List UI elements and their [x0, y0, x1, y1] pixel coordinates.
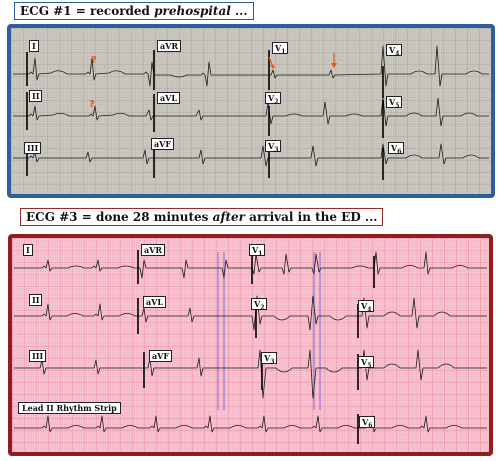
ecg3-caption-suffix: arrival in the ED ... — [245, 210, 378, 224]
ecg1-waveforms — [13, 45, 489, 180]
ecg1-lead-III: III — [24, 142, 42, 154]
ecg3-lead-aVL: aVL — [143, 296, 167, 308]
ecg1-question-mark-2: ? — [89, 99, 95, 110]
ecg3-lead-V1: V1 — [249, 244, 266, 257]
ecg1-lead-aVR: aVR — [157, 40, 182, 52]
ecg1-red-arrow-1-icon — [268, 56, 275, 69]
ecg1-trace-row1 — [13, 45, 489, 87]
ecg3-lead-V4: V4 — [358, 300, 375, 313]
ecg1-caption: ECG #1 = recorded prehospital ... — [14, 2, 254, 20]
ecg1-panel: I aVR V1 V4 II aVL V2 V5 III aVF V3 V6 ?… — [7, 24, 495, 198]
ecg1-lead-V2: V2 — [265, 92, 282, 105]
ecg3-caption-prefix: ECG #3 = done 28 minutes — [26, 210, 213, 224]
ecg1-lead-I: I — [29, 40, 39, 52]
ecg3-lead-aVR: aVR — [141, 244, 166, 256]
ecg1-lead-aVF: aVF — [151, 138, 175, 150]
ecg3-lead-I: I — [23, 244, 33, 256]
ecg1-lead-V4: V4 — [386, 44, 403, 57]
ecg1-lead-V6: V6 — [388, 142, 405, 155]
ecg3-panel: I aVR V1 II aVL V2 V4 III aVF V3 V5 Lead… — [8, 234, 493, 456]
ecg1-lead-V5: V5 — [386, 96, 403, 109]
ecg1-lead-V3: V3 — [265, 140, 282, 153]
ecg3-rhythm-strip-label: Lead II Rhythm Strip — [18, 402, 121, 414]
ecg1-question-mark-1: ? — [91, 55, 97, 66]
ecg1-caption-suffix: ... — [230, 4, 248, 18]
ecg1-caption-emphasis: prehospital — [154, 4, 231, 18]
ecg3-lead-V2: V2 — [251, 298, 268, 311]
ecg1-lead-aVL: aVL — [157, 92, 181, 104]
ecg3-caption-emphasis: after — [212, 210, 245, 224]
ecg3-lead-aVF: aVF — [149, 350, 173, 362]
ecg1-caption-prefix: ECG #1 = recorded — [20, 4, 155, 18]
ecg3-trace-row3 — [14, 349, 487, 399]
ecg3-lead-V5: V5 — [358, 356, 375, 369]
ecg3-lead-II: II — [29, 294, 43, 306]
ecg3-trace-rhythm — [14, 415, 487, 433]
ecg1-trace-row2 — [13, 97, 489, 127]
ecg3-waveforms — [14, 250, 487, 444]
ecg1-lead-II: II — [29, 90, 43, 102]
ecg3-lead-V6: V6 — [359, 416, 376, 429]
ecg3-lead-III: III — [29, 350, 47, 362]
ecg1-lead-V1: V1 — [272, 42, 289, 55]
ecg3-lead-V3: V3 — [261, 352, 278, 365]
ecg1-trace-row3 — [13, 143, 489, 167]
ecg3-caption: ECG #3 = done 28 minutes after arrival i… — [20, 208, 384, 226]
ecg1-red-arrow-2-icon — [331, 53, 337, 68]
